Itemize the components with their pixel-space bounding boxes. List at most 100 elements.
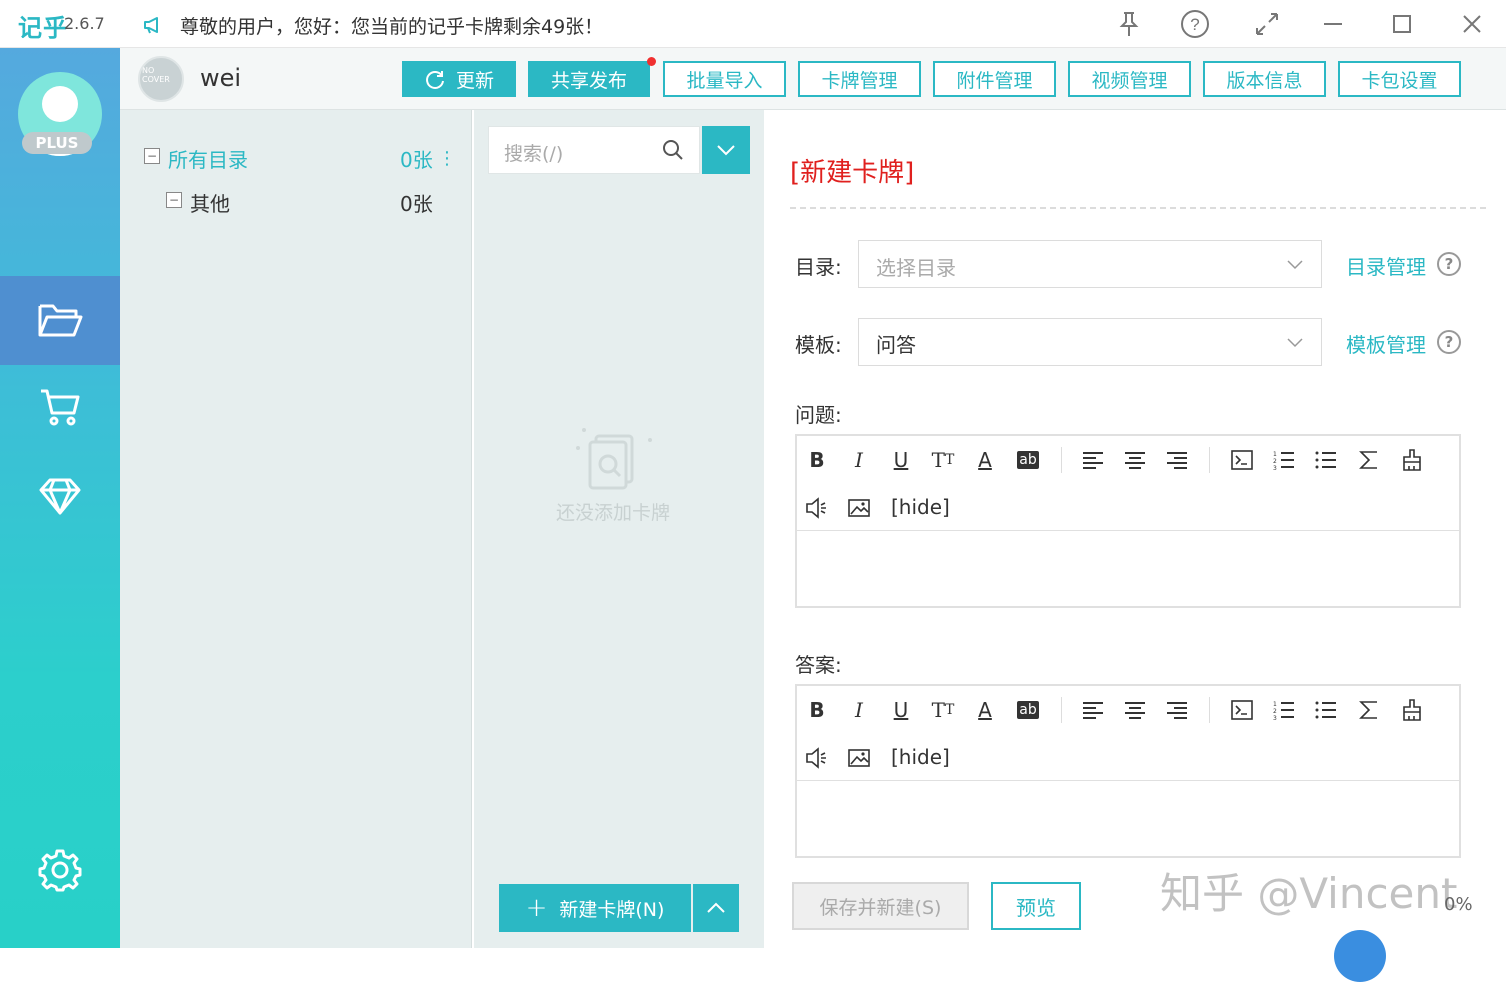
app-logo: 记乎 (18, 14, 68, 42)
video-manage-button[interactable]: 视频管理 (1068, 61, 1191, 97)
highlight-icon[interactable]: ab (1014, 696, 1042, 724)
collapse-icon[interactable]: − (144, 148, 160, 164)
toolbar-separator (1209, 697, 1210, 723)
share-label: 共享发布 (550, 69, 627, 92)
help-icon[interactable]: ? (1437, 252, 1461, 276)
align-center-icon[interactable] (1121, 696, 1149, 724)
maximize-icon[interactable] (1385, 8, 1419, 40)
folder-icon (36, 296, 84, 344)
svg-text:3: 3 (1273, 465, 1277, 470)
code-icon[interactable] (1228, 696, 1256, 724)
more-icon[interactable]: ⋮ (438, 148, 456, 169)
audio-icon[interactable] (803, 494, 831, 522)
collapse-icon[interactable]: − (166, 192, 182, 208)
editor-divider (790, 207, 1486, 209)
underline-icon[interactable]: U (887, 696, 915, 724)
tree-item-all-count: 0张 (400, 148, 433, 172)
align-right-icon[interactable] (1163, 446, 1191, 474)
cart-icon[interactable] (36, 383, 84, 431)
svg-text:2: 2 (1273, 458, 1277, 465)
bullet-list-icon[interactable] (1312, 446, 1340, 474)
svg-text:2: 2 (1273, 708, 1277, 715)
preview-button[interactable]: 预览 (991, 882, 1081, 930)
bold-icon[interactable]: B (803, 446, 831, 474)
toolbar-separator (1209, 447, 1210, 473)
hide-tag-button[interactable]: [hide] (891, 495, 950, 519)
empty-cards-text: 还没添加卡牌 (556, 502, 671, 524)
italic-icon[interactable]: I (845, 446, 873, 474)
version-info-button[interactable]: 版本信息 (1203, 61, 1326, 97)
plus-icon: + (525, 893, 548, 923)
tree-item-other-count: 0张 (400, 192, 433, 216)
template-select[interactable] (858, 318, 1322, 366)
gear-icon[interactable] (36, 846, 84, 894)
help-icon[interactable]: ? (1178, 8, 1212, 40)
image-icon[interactable] (845, 494, 873, 522)
chevron-up-icon (707, 902, 725, 913)
dir-label: 目录: (795, 255, 842, 279)
font-color-icon[interactable]: A (971, 446, 999, 474)
app-version: 2.6.7 (64, 14, 105, 33)
expand-icon[interactable] (1250, 8, 1284, 40)
answer-textarea[interactable] (797, 781, 1459, 856)
save-and-new-button[interactable]: 保存并新建(S) (792, 882, 969, 930)
pin-icon[interactable] (1112, 8, 1146, 40)
update-button[interactable]: 更新 (402, 61, 516, 97)
filter-dropdown-button[interactable] (702, 126, 750, 174)
refresh-icon (426, 71, 444, 89)
answer-label: 答案: (795, 653, 842, 677)
font-color-icon[interactable]: A (971, 696, 999, 724)
font-size-icon[interactable]: TT (929, 446, 957, 474)
formula-icon[interactable] (1355, 446, 1383, 474)
attach-manage-button[interactable]: 附件管理 (933, 61, 1056, 97)
dir-manage-link[interactable]: 目录管理 (1346, 251, 1426, 280)
share-button[interactable]: 共享发布 (528, 61, 650, 97)
italic-icon[interactable]: I (845, 696, 873, 724)
help-icon[interactable]: ? (1437, 330, 1461, 354)
chevron-down-icon (1286, 256, 1304, 275)
template-manage-link[interactable]: 模板管理 (1346, 329, 1426, 358)
batch-import-button[interactable]: 批量导入 (663, 61, 786, 97)
align-center-icon[interactable] (1121, 446, 1149, 474)
align-left-icon[interactable] (1079, 446, 1107, 474)
editor-title: [新建卡牌] (790, 158, 915, 188)
video-manage-label: 视频管理 (1091, 69, 1168, 92)
underline-icon[interactable]: U (887, 446, 915, 474)
diamond-icon[interactable] (36, 472, 84, 520)
ordered-list-icon[interactable]: 123 (1270, 446, 1298, 474)
chevron-down-icon (1286, 334, 1304, 353)
close-icon[interactable] (1455, 8, 1489, 40)
empty-cards-icon (570, 426, 660, 496)
font-size-icon[interactable]: TT (929, 696, 957, 724)
image-icon[interactable] (845, 744, 873, 772)
new-card-options-button[interactable] (693, 884, 739, 932)
floating-action-button[interactable] (1334, 930, 1386, 982)
new-card-button[interactable]: + 新建卡牌(N) (499, 884, 691, 932)
align-left-icon[interactable] (1079, 696, 1107, 724)
svg-text:?: ? (1190, 15, 1199, 34)
audio-icon[interactable] (803, 744, 831, 772)
formula-icon[interactable] (1355, 696, 1383, 724)
pack-settings-button[interactable]: 卡包设置 (1338, 61, 1461, 97)
user-avatar[interactable]: NO COVER (138, 56, 184, 102)
format-painter-icon[interactable] (1398, 696, 1426, 724)
bold-icon[interactable]: B (803, 696, 831, 724)
align-right-icon[interactable] (1163, 696, 1191, 724)
card-manage-button[interactable]: 卡牌管理 (798, 61, 921, 97)
code-icon[interactable] (1228, 446, 1256, 474)
search-icon[interactable] (661, 138, 685, 166)
watermark: 知乎 @Vincent (1160, 869, 1458, 918)
bullet-list-icon[interactable] (1312, 696, 1340, 724)
batch-import-label: 批量导入 (686, 69, 763, 92)
highlight-icon[interactable]: ab (1014, 446, 1042, 474)
preview-label: 预览 (1016, 895, 1056, 920)
minimize-icon[interactable] (1316, 8, 1350, 40)
question-textarea[interactable] (797, 531, 1459, 606)
ordered-list-icon[interactable]: 123 (1270, 696, 1298, 724)
new-card-label: 新建卡牌(N) (559, 898, 665, 921)
tree-item-all[interactable]: 所有目录 (168, 144, 248, 173)
username: wei (200, 64, 242, 92)
tree-item-other[interactable]: 其他 (190, 188, 230, 217)
hide-tag-button[interactable]: [hide] (891, 745, 950, 769)
format-painter-icon[interactable] (1398, 446, 1426, 474)
